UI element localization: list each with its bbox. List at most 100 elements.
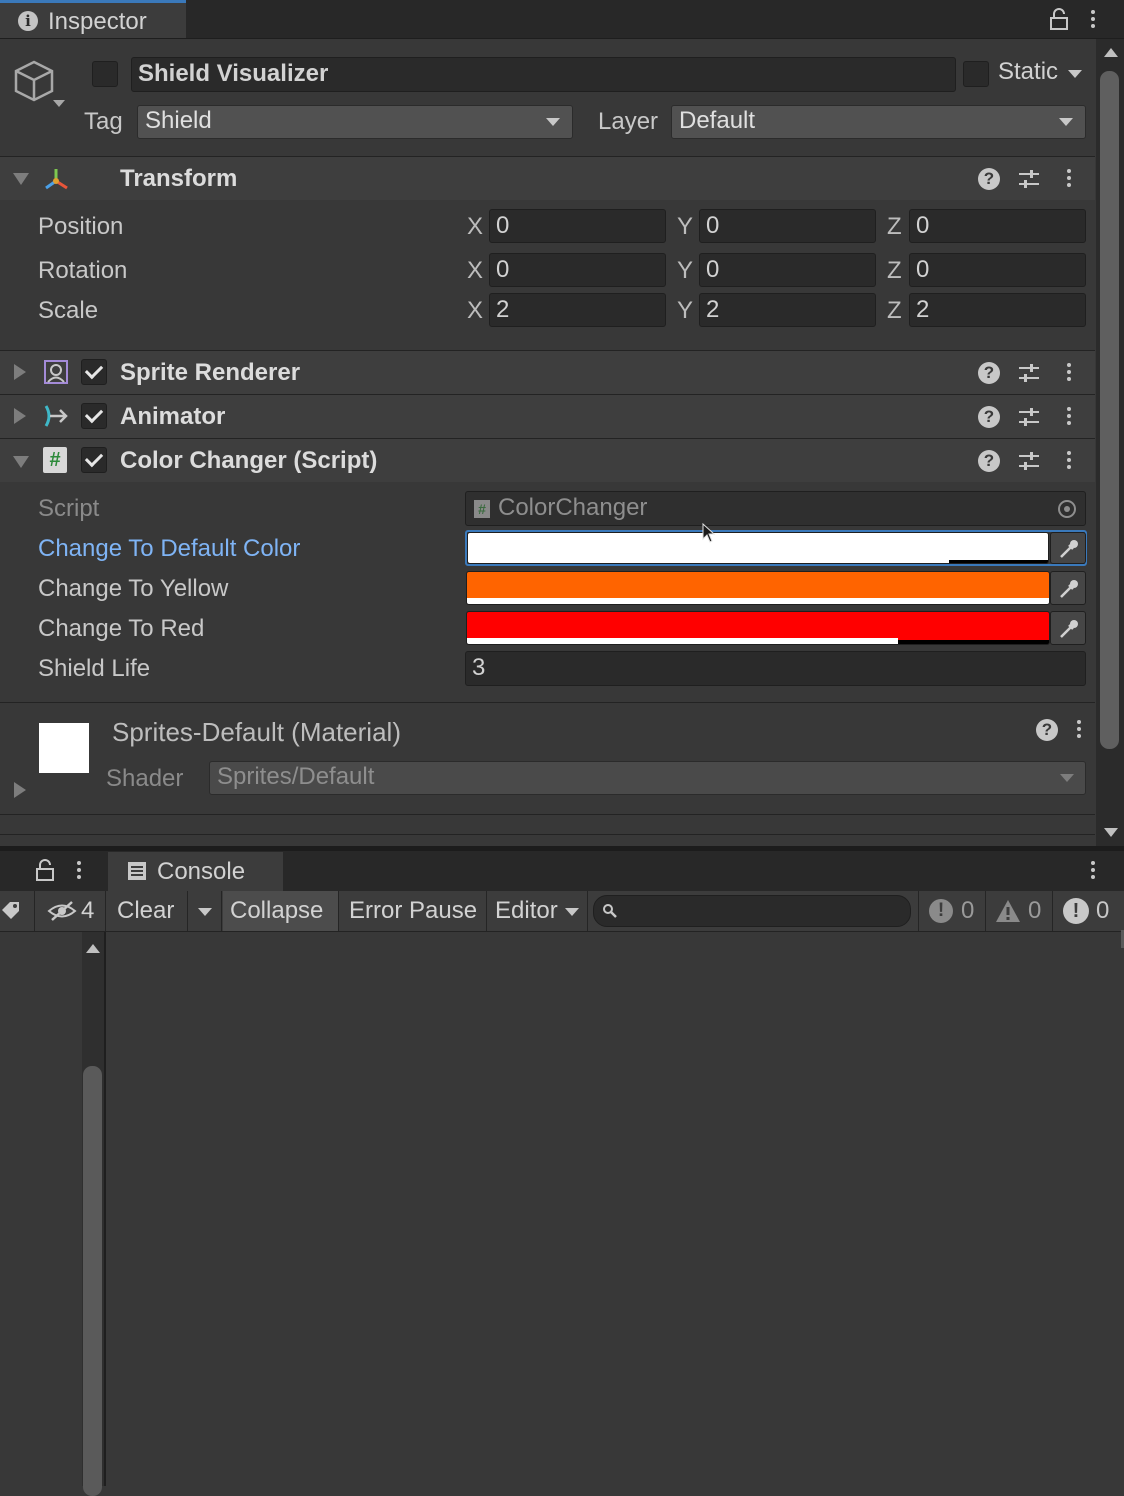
help-icon[interactable]: ? bbox=[1036, 719, 1058, 741]
material-preview-thumbnail bbox=[39, 723, 89, 773]
script-label: Script bbox=[38, 495, 100, 522]
presets-icon[interactable] bbox=[1017, 363, 1041, 383]
axis-z-label[interactable]: Z bbox=[887, 213, 902, 241]
scroll-up-arrow-icon[interactable] bbox=[86, 944, 100, 953]
lock-icon[interactable] bbox=[34, 859, 56, 881]
gameobject-cube-icon[interactable] bbox=[12, 58, 68, 110]
transform-title: Transform bbox=[120, 165, 238, 192]
rotation-x-field[interactable]: 0 bbox=[489, 253, 666, 287]
static-dropdown-icon[interactable] bbox=[1068, 70, 1082, 78]
foldout-expanded-icon[interactable] bbox=[13, 173, 29, 185]
inspector-scrollbar[interactable] bbox=[1096, 39, 1124, 846]
axis-x-label[interactable]: X bbox=[467, 297, 483, 325]
sprite-renderer-enabled-checkbox[interactable] bbox=[81, 359, 107, 385]
presets-icon[interactable] bbox=[1017, 407, 1041, 427]
foldout-expanded-icon[interactable] bbox=[13, 456, 29, 468]
position-z-field[interactable]: 0 bbox=[909, 209, 1086, 243]
axis-y-label[interactable]: Y bbox=[677, 257, 693, 285]
default-color-field[interactable] bbox=[467, 532, 1049, 564]
layer-value: Default bbox=[679, 107, 756, 134]
position-y-field[interactable]: 0 bbox=[699, 209, 876, 243]
clear-options-dropdown[interactable] bbox=[188, 891, 222, 931]
collapse-toggle[interactable]: Collapse bbox=[223, 891, 339, 931]
scale-y-field[interactable]: 2 bbox=[699, 293, 876, 327]
rotation-y-field[interactable]: 0 bbox=[699, 253, 876, 287]
divider bbox=[0, 834, 1095, 835]
static-label[interactable]: Static bbox=[998, 58, 1058, 86]
tag-icon[interactable] bbox=[0, 900, 22, 922]
scroll-up-arrow-icon[interactable] bbox=[1104, 48, 1118, 57]
material-foldout-icon[interactable] bbox=[14, 782, 26, 798]
scrollbar-thumb[interactable] bbox=[83, 1066, 102, 1496]
color-changer-enabled-checkbox[interactable] bbox=[81, 447, 107, 473]
static-checkbox[interactable] bbox=[963, 61, 989, 87]
editor-dropdown[interactable]: Editor bbox=[488, 891, 588, 931]
presets-icon[interactable] bbox=[1017, 169, 1041, 189]
color-changer-header[interactable]: # Color Changer (Script) ? bbox=[0, 438, 1095, 482]
component-menu-icon[interactable] bbox=[1067, 363, 1071, 367]
rotation-label: Rotation bbox=[38, 257, 128, 284]
scroll-down-arrow-icon[interactable] bbox=[1104, 828, 1118, 837]
scale-z-field[interactable]: 2 bbox=[909, 293, 1086, 327]
gameobject-name-field[interactable]: Shield Visualizer bbox=[131, 57, 956, 92]
scrollbar-thumb[interactable] bbox=[1100, 71, 1119, 749]
console-menu-icon[interactable] bbox=[1091, 861, 1095, 865]
axis-x-label[interactable]: X bbox=[467, 213, 483, 241]
hidden-messages-toggle[interactable]: 4 bbox=[34, 891, 106, 931]
animator-header[interactable]: Animator ? bbox=[0, 394, 1095, 438]
chevron-down-icon bbox=[1060, 774, 1074, 782]
foldout-collapsed-icon[interactable] bbox=[14, 364, 26, 380]
red-color-field[interactable] bbox=[466, 611, 1050, 645]
tab-console-label: Console bbox=[157, 858, 246, 885]
alpha-bar bbox=[467, 638, 898, 644]
axis-y-label[interactable]: Y bbox=[677, 297, 693, 325]
console-left-menu-icon[interactable] bbox=[77, 861, 81, 865]
eyedropper-button[interactable] bbox=[1050, 571, 1086, 605]
help-icon[interactable]: ? bbox=[978, 362, 1000, 384]
component-menu-icon[interactable] bbox=[1067, 451, 1071, 455]
sprite-renderer-header[interactable]: Sprite Renderer ? bbox=[0, 350, 1095, 394]
axis-z-label[interactable]: Z bbox=[887, 257, 902, 285]
axis-y-label[interactable]: Y bbox=[677, 213, 693, 241]
tag-dropdown[interactable]: Shield bbox=[137, 105, 573, 139]
console-log-area[interactable] bbox=[108, 932, 1124, 1486]
component-menu-icon[interactable] bbox=[1067, 407, 1071, 411]
error-filter-toggle[interactable]: ! 0 bbox=[1052, 891, 1124, 931]
presets-icon[interactable] bbox=[1017, 451, 1041, 471]
material-menu-icon[interactable] bbox=[1077, 720, 1081, 724]
animator-enabled-checkbox[interactable] bbox=[81, 403, 107, 429]
error-pause-toggle[interactable]: Error Pause bbox=[342, 891, 487, 931]
eyedropper-button[interactable] bbox=[1050, 532, 1086, 564]
shield-life-field[interactable]: 3 bbox=[465, 651, 1086, 686]
transform-header[interactable]: Transform ? bbox=[0, 156, 1095, 200]
axis-z-label[interactable]: Z bbox=[887, 297, 902, 325]
yellow-color-field[interactable] bbox=[466, 571, 1050, 605]
foldout-collapsed-icon[interactable] bbox=[14, 408, 26, 424]
error-count: 0 bbox=[1096, 897, 1110, 924]
lock-icon[interactable] bbox=[1048, 8, 1070, 30]
alpha-bar bbox=[467, 598, 1049, 604]
rotation-z-field[interactable]: 0 bbox=[909, 253, 1086, 287]
help-icon[interactable]: ? bbox=[978, 168, 1000, 190]
warning-filter-toggle[interactable]: 0 bbox=[985, 891, 1052, 931]
component-menu-icon[interactable] bbox=[1067, 169, 1071, 173]
axis-x-label[interactable]: X bbox=[467, 257, 483, 285]
info-filter-toggle[interactable]: ! 0 bbox=[918, 891, 985, 931]
layer-dropdown[interactable]: Default bbox=[671, 105, 1086, 139]
console-scrollbar[interactable] bbox=[82, 932, 104, 1496]
help-icon[interactable]: ? bbox=[978, 450, 1000, 472]
eyedropper-button[interactable] bbox=[1050, 611, 1086, 645]
clear-button[interactable]: Clear bbox=[110, 891, 188, 931]
position-x-field[interactable]: 0 bbox=[489, 209, 666, 243]
help-icon[interactable]: ? bbox=[978, 406, 1000, 428]
transform-icon bbox=[45, 169, 68, 190]
info-icon: i bbox=[18, 11, 38, 31]
gameobject-active-checkbox[interactable] bbox=[92, 61, 118, 87]
tab-console[interactable]: Console bbox=[108, 852, 283, 891]
hidden-count: 4 bbox=[81, 897, 95, 924]
scale-x-field[interactable]: 2 bbox=[489, 293, 666, 327]
tab-inspector[interactable]: i Inspector bbox=[0, 0, 186, 38]
inspector-menu-icon[interactable] bbox=[1091, 10, 1095, 14]
console-search-input[interactable] bbox=[593, 895, 911, 927]
search-icon bbox=[603, 904, 617, 918]
